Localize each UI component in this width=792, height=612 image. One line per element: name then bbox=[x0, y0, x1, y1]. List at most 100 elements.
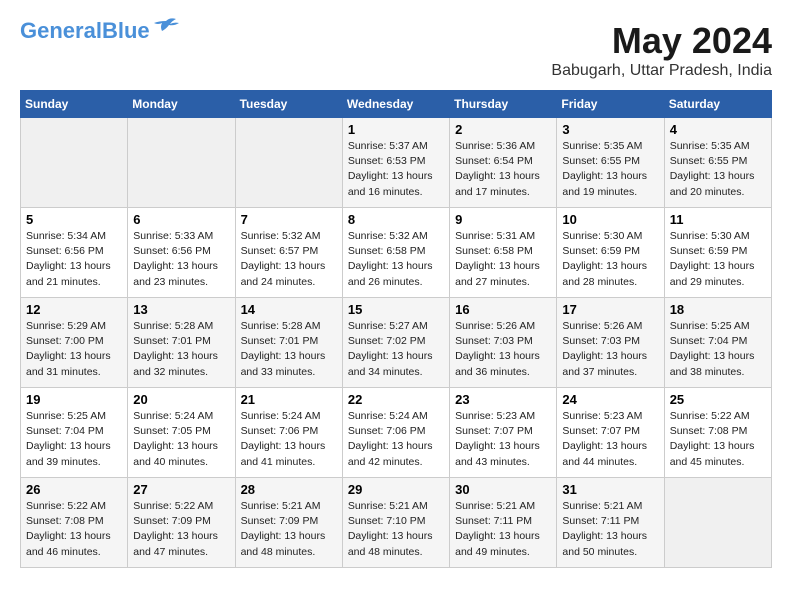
calendar-week-row: 12 Sunrise: 5:29 AMSunset: 7:00 PMDayligh… bbox=[21, 298, 772, 388]
day-info: Sunrise: 5:25 AMSunset: 7:04 PMDaylight:… bbox=[26, 409, 122, 470]
calendar-cell: 3Sunrise: 5:35 AMSunset: 6:55 PMDaylight… bbox=[557, 118, 664, 208]
day-info: Sunrise: 5:36 AMSunset: 6:54 PMDaylight:… bbox=[455, 139, 551, 200]
calendar-week-row: 26 Sunrise: 5:22 AMSunset: 7:08 PMDayligh… bbox=[21, 478, 772, 568]
day-info: Sunrise: 5:23 AMSunset: 7:07 PMDaylight:… bbox=[455, 409, 551, 470]
day-info: Sunrise: 5:28 AMSunset: 7:01 PMDaylight:… bbox=[241, 319, 337, 380]
calendar-cell: 23Sunrise: 5:23 AMSunset: 7:07 PMDayligh… bbox=[450, 388, 557, 478]
calendar-cell: 20 Sunrise: 5:24 AMSunset: 7:05 PMDayligh… bbox=[128, 388, 235, 478]
day-number: 4 bbox=[670, 122, 766, 137]
calendar-table: SundayMondayTuesdayWednesdayThursdayFrid… bbox=[20, 90, 772, 568]
day-number: 1 bbox=[348, 122, 444, 137]
day-number: 22 bbox=[348, 392, 444, 407]
calendar-cell: 15 Sunrise: 5:27 AMSunset: 7:02 PMDayligh… bbox=[342, 298, 449, 388]
day-info: Sunrise: 5:26 AMSunset: 7:03 PMDaylight:… bbox=[455, 319, 551, 380]
weekday-header-saturday: Saturday bbox=[664, 91, 771, 118]
day-info: Sunrise: 5:32 AMSunset: 6:57 PMDaylight:… bbox=[241, 229, 337, 290]
day-info: Sunrise: 5:22 AMSunset: 7:08 PMDaylight:… bbox=[26, 499, 122, 560]
day-number: 5 bbox=[26, 212, 122, 227]
location-subtitle: Babugarh, Uttar Pradesh, India bbox=[551, 62, 772, 80]
calendar-cell: 6 Sunrise: 5:33 AMSunset: 6:56 PMDaylight… bbox=[128, 208, 235, 298]
day-info: Sunrise: 5:30 AMSunset: 6:59 PMDaylight:… bbox=[562, 229, 658, 290]
weekday-header-sunday: Sunday bbox=[21, 91, 128, 118]
calendar-cell: 18 Sunrise: 5:25 AMSunset: 7:04 PMDayligh… bbox=[664, 298, 771, 388]
day-number: 27 bbox=[133, 482, 229, 497]
calendar-cell: 22 Sunrise: 5:24 AMSunset: 7:06 PMDayligh… bbox=[342, 388, 449, 478]
day-info: Sunrise: 5:33 AMSunset: 6:56 PMDaylight:… bbox=[133, 229, 229, 290]
calendar-cell: 29Sunrise: 5:21 AMSunset: 7:10 PMDayligh… bbox=[342, 478, 449, 568]
day-number: 9 bbox=[455, 212, 551, 227]
day-info: Sunrise: 5:27 AMSunset: 7:02 PMDaylight:… bbox=[348, 319, 444, 380]
calendar-cell: 26 Sunrise: 5:22 AMSunset: 7:08 PMDayligh… bbox=[21, 478, 128, 568]
weekday-header-tuesday: Tuesday bbox=[235, 91, 342, 118]
logo-bird-icon bbox=[152, 17, 180, 35]
calendar-cell: 9 Sunrise: 5:31 AMSunset: 6:58 PMDaylight… bbox=[450, 208, 557, 298]
calendar-cell: 28Sunrise: 5:21 AMSunset: 7:09 PMDayligh… bbox=[235, 478, 342, 568]
calendar-cell: 2 Sunrise: 5:36 AMSunset: 6:54 PMDaylight… bbox=[450, 118, 557, 208]
day-info: Sunrise: 5:21 AMSunset: 7:09 PMDaylight:… bbox=[241, 499, 337, 560]
calendar-cell: 10 Sunrise: 5:30 AMSunset: 6:59 PMDayligh… bbox=[557, 208, 664, 298]
day-info: Sunrise: 5:22 AMSunset: 7:09 PMDaylight:… bbox=[133, 499, 229, 560]
weekday-header-friday: Friday bbox=[557, 91, 664, 118]
calendar-cell: 14 Sunrise: 5:28 AMSunset: 7:01 PMDayligh… bbox=[235, 298, 342, 388]
day-info: Sunrise: 5:34 AMSunset: 6:56 PMDaylight:… bbox=[26, 229, 122, 290]
day-number: 25 bbox=[670, 392, 766, 407]
calendar-cell: 27 Sunrise: 5:22 AMSunset: 7:09 PMDayligh… bbox=[128, 478, 235, 568]
calendar-week-row: 1 Sunrise: 5:37 AMSunset: 6:53 PMDaylight… bbox=[21, 118, 772, 208]
day-info: Sunrise: 5:29 AMSunset: 7:00 PMDaylight:… bbox=[26, 319, 122, 380]
day-info: Sunrise: 5:21 AMSunset: 7:11 PMDaylight:… bbox=[455, 499, 551, 560]
calendar-cell: 19 Sunrise: 5:25 AMSunset: 7:04 PMDayligh… bbox=[21, 388, 128, 478]
weekday-header-row: SundayMondayTuesdayWednesdayThursdayFrid… bbox=[21, 91, 772, 118]
day-number: 26 bbox=[26, 482, 122, 497]
day-number: 12 bbox=[26, 302, 122, 317]
calendar-cell bbox=[21, 118, 128, 208]
day-info: Sunrise: 5:23 AMSunset: 7:07 PMDaylight:… bbox=[562, 409, 658, 470]
calendar-cell: 30Sunrise: 5:21 AMSunset: 7:11 PMDayligh… bbox=[450, 478, 557, 568]
day-info: Sunrise: 5:28 AMSunset: 7:01 PMDaylight:… bbox=[133, 319, 229, 380]
day-number: 15 bbox=[348, 302, 444, 317]
day-info: Sunrise: 5:31 AMSunset: 6:58 PMDaylight:… bbox=[455, 229, 551, 290]
title-block: May 2024 Babugarh, Uttar Pradesh, India bbox=[551, 20, 772, 80]
day-number: 6 bbox=[133, 212, 229, 227]
day-info: Sunrise: 5:35 AMSunset: 6:55 PMDaylight:… bbox=[670, 139, 766, 200]
weekday-header-monday: Monday bbox=[128, 91, 235, 118]
day-info: Sunrise: 5:30 AMSunset: 6:59 PMDaylight:… bbox=[670, 229, 766, 290]
day-number: 8 bbox=[348, 212, 444, 227]
logo-text: GeneralBlue bbox=[20, 20, 150, 42]
calendar-cell: 25 Sunrise: 5:22 AMSunset: 7:08 PMDayligh… bbox=[664, 388, 771, 478]
day-info: Sunrise: 5:24 AMSunset: 7:06 PMDaylight:… bbox=[348, 409, 444, 470]
day-number: 19 bbox=[26, 392, 122, 407]
weekday-header-wednesday: Wednesday bbox=[342, 91, 449, 118]
logo: GeneralBlue bbox=[20, 20, 180, 42]
day-info: Sunrise: 5:37 AMSunset: 6:53 PMDaylight:… bbox=[348, 139, 444, 200]
month-year-title: May 2024 bbox=[551, 20, 772, 62]
calendar-week-row: 19 Sunrise: 5:25 AMSunset: 7:04 PMDayligh… bbox=[21, 388, 772, 478]
calendar-cell: 13Sunrise: 5:28 AMSunset: 7:01 PMDayligh… bbox=[128, 298, 235, 388]
day-number: 11 bbox=[670, 212, 766, 227]
day-info: Sunrise: 5:24 AMSunset: 7:05 PMDaylight:… bbox=[133, 409, 229, 470]
day-number: 2 bbox=[455, 122, 551, 137]
calendar-cell: 1 Sunrise: 5:37 AMSunset: 6:53 PMDaylight… bbox=[342, 118, 449, 208]
day-info: Sunrise: 5:22 AMSunset: 7:08 PMDaylight:… bbox=[670, 409, 766, 470]
calendar-cell: 24 Sunrise: 5:23 AMSunset: 7:07 PMDayligh… bbox=[557, 388, 664, 478]
page-header: GeneralBlue May 2024 Babugarh, Uttar Pra… bbox=[20, 20, 772, 80]
day-number: 7 bbox=[241, 212, 337, 227]
day-number: 24 bbox=[562, 392, 658, 407]
day-number: 18 bbox=[670, 302, 766, 317]
calendar-cell bbox=[664, 478, 771, 568]
day-number: 31 bbox=[562, 482, 658, 497]
day-number: 16 bbox=[455, 302, 551, 317]
weekday-header-thursday: Thursday bbox=[450, 91, 557, 118]
calendar-cell: 8 Sunrise: 5:32 AMSunset: 6:58 PMDaylight… bbox=[342, 208, 449, 298]
day-number: 10 bbox=[562, 212, 658, 227]
day-info: Sunrise: 5:21 AMSunset: 7:11 PMDaylight:… bbox=[562, 499, 658, 560]
day-info: Sunrise: 5:32 AMSunset: 6:58 PMDaylight:… bbox=[348, 229, 444, 290]
calendar-week-row: 5 Sunrise: 5:34 AMSunset: 6:56 PMDaylight… bbox=[21, 208, 772, 298]
day-number: 20 bbox=[133, 392, 229, 407]
calendar-cell: 31 Sunrise: 5:21 AMSunset: 7:11 PMDayligh… bbox=[557, 478, 664, 568]
day-info: Sunrise: 5:24 AMSunset: 7:06 PMDaylight:… bbox=[241, 409, 337, 470]
day-info: Sunrise: 5:35 AMSunset: 6:55 PMDaylight:… bbox=[562, 139, 658, 200]
day-info: Sunrise: 5:25 AMSunset: 7:04 PMDaylight:… bbox=[670, 319, 766, 380]
day-number: 14 bbox=[241, 302, 337, 317]
calendar-cell: 11 Sunrise: 5:30 AMSunset: 6:59 PMDayligh… bbox=[664, 208, 771, 298]
calendar-cell: 5 Sunrise: 5:34 AMSunset: 6:56 PMDaylight… bbox=[21, 208, 128, 298]
